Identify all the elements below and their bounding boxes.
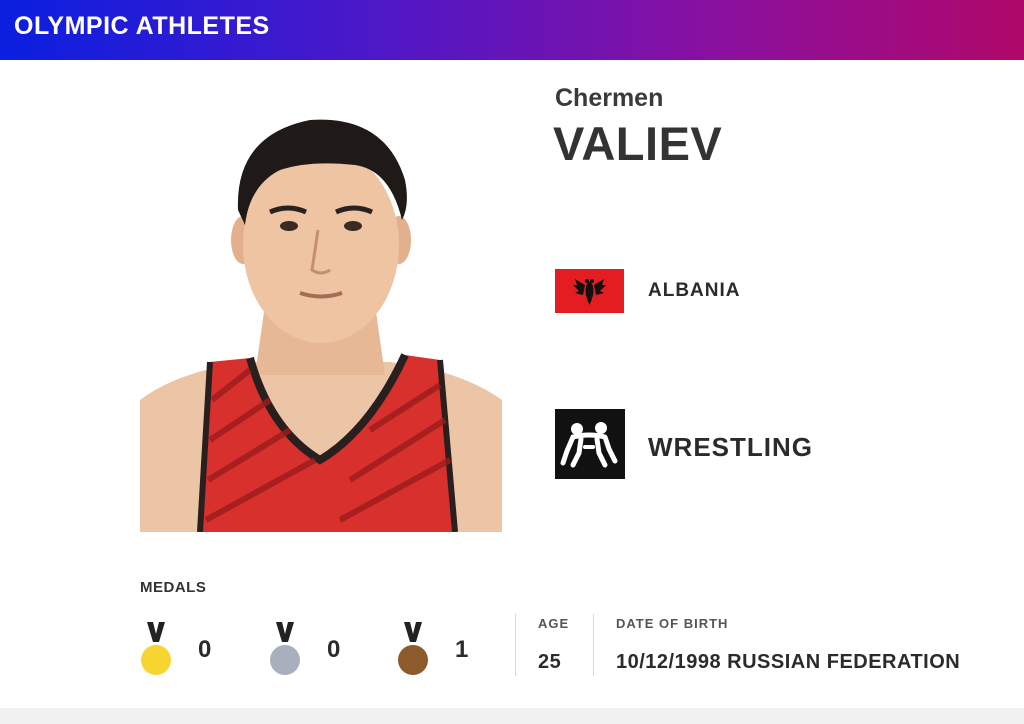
- dob-value: 10/12/1998 RUSSIAN FEDERATION: [616, 651, 961, 673]
- athlete-photo: [140, 100, 502, 532]
- medals-label: MEDALS: [140, 579, 207, 596]
- athlete-last-name: VALIEV: [553, 117, 723, 170]
- gold-medal-icon: [141, 622, 171, 675]
- age-label: AGE: [538, 616, 570, 631]
- bronze-medal-icon: [398, 622, 428, 675]
- athlete-first-name: Chermen: [555, 84, 664, 112]
- wrestling-icon: [555, 409, 625, 479]
- dob-label: DATE OF BIRTH: [616, 616, 729, 631]
- sport-name[interactable]: WRESTLING: [648, 432, 813, 463]
- silver-medal-icon: [270, 622, 300, 675]
- bronze-medal-count: 1: [455, 636, 469, 663]
- header-bar: OLYMPIC ATHLETES: [0, 0, 1024, 60]
- age-value: 25: [538, 651, 562, 673]
- gold-medal-count: 0: [198, 636, 212, 663]
- site-title[interactable]: OLYMPIC ATHLETES: [14, 12, 270, 41]
- country-name[interactable]: ALBANIA: [648, 280, 741, 302]
- silver-medal-count: 0: [327, 636, 341, 663]
- albania-flag-icon: [555, 269, 624, 313]
- divider: [593, 614, 594, 676]
- footer-strip: [0, 708, 1024, 724]
- divider: [515, 614, 516, 676]
